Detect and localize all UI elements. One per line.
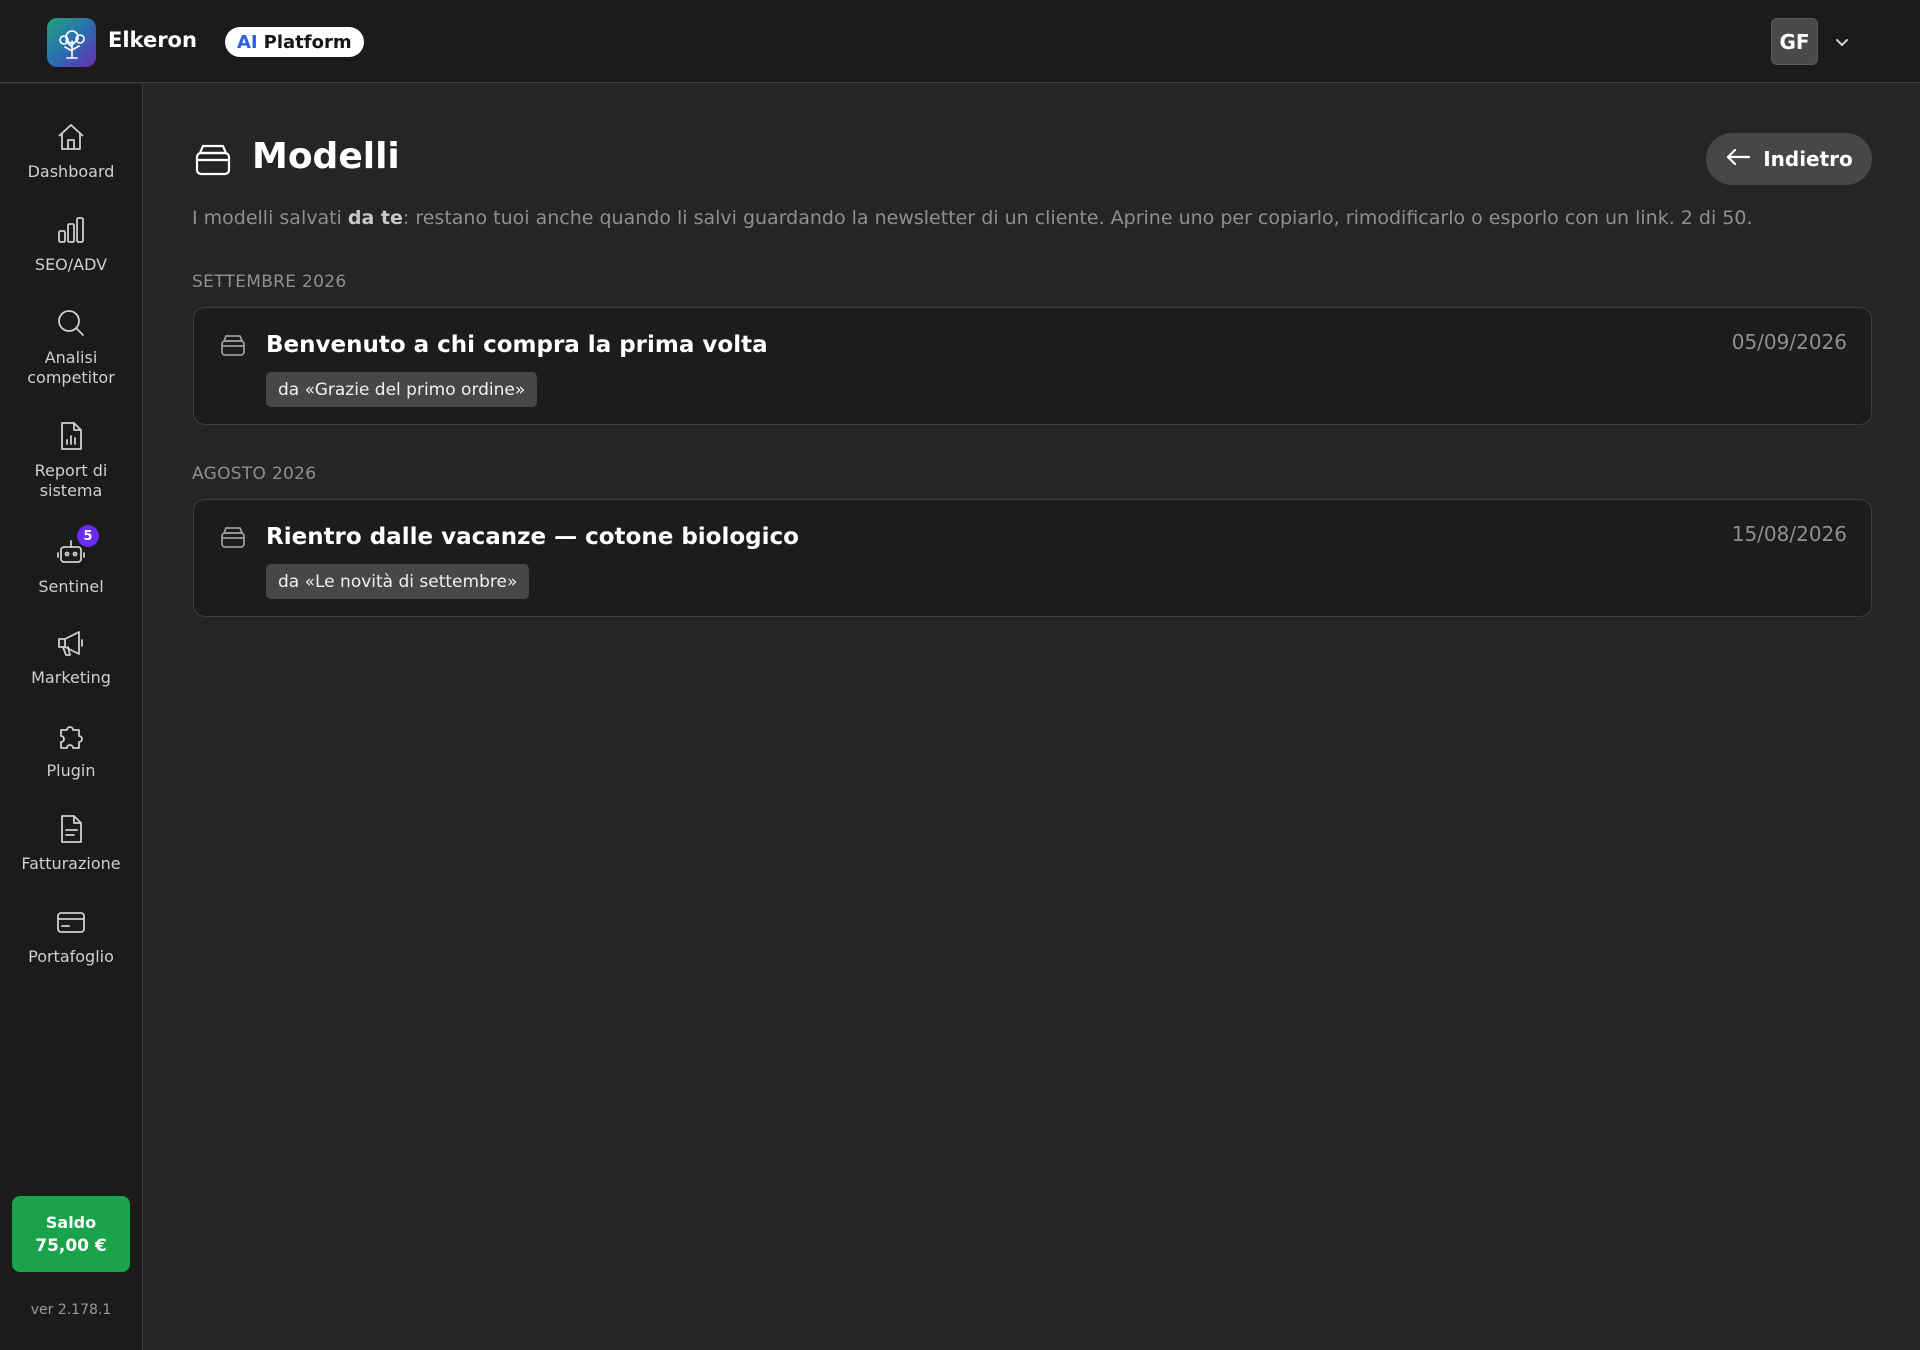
archive-box-icon bbox=[220, 524, 246, 550]
platform-pill: AI Platform bbox=[225, 27, 364, 57]
brand-name[interactable]: Elkeron bbox=[108, 28, 197, 52]
bar-chart-icon bbox=[54, 213, 88, 247]
top-bar: Elkeron AI Platform GF bbox=[0, 0, 1920, 83]
sidebar-item-label: Report di sistema bbox=[34, 461, 108, 500]
intro-text-after: : restano tuoi anche quando li salvi gua… bbox=[402, 207, 1753, 229]
template-date: 15/08/2026 bbox=[1731, 522, 1847, 546]
sidebar-item-label: Plugin bbox=[46, 761, 96, 780]
balance-button[interactable]: Saldo 75,00 € bbox=[12, 1196, 130, 1272]
balance-value: 75,00 € bbox=[35, 1235, 107, 1256]
section-label-month: AGOSTO 2026 bbox=[192, 464, 317, 484]
arrow-left-icon bbox=[1725, 147, 1751, 172]
credit-card-icon bbox=[54, 905, 88, 939]
pill-ai-text: AI bbox=[237, 31, 258, 53]
megaphone-icon bbox=[54, 626, 88, 660]
sidebar-item-portafoglio[interactable]: Portafoglio bbox=[0, 905, 142, 967]
chevron-down-icon[interactable] bbox=[1832, 32, 1852, 52]
sidebar-item-seo-adv[interactable]: SEO/ADV bbox=[0, 213, 142, 275]
notification-badge: 5 bbox=[77, 525, 99, 547]
template-card[interactable]: Rientro dalle vacanze — cotone biologico… bbox=[193, 499, 1872, 617]
report-file-icon bbox=[54, 419, 88, 453]
intro-text: I modelli salvati da te: restano tuoi an… bbox=[192, 207, 1882, 229]
logo-tree-icon[interactable] bbox=[47, 18, 96, 67]
invoice-file-icon bbox=[54, 812, 88, 846]
search-icon bbox=[54, 306, 88, 340]
back-button-label: Indietro bbox=[1763, 147, 1853, 171]
archive-box-icon bbox=[220, 332, 246, 358]
version-text: ver 2.178.1 bbox=[30, 1302, 112, 1318]
intro-text-bold: da te bbox=[347, 207, 403, 229]
pill-platform-text: Platform bbox=[263, 31, 352, 53]
template-source-tag: da «Grazie del primo ordine» bbox=[266, 372, 538, 407]
sidebar-item-label: Sentinel bbox=[38, 577, 104, 596]
sidebar-item-label: Dashboard bbox=[27, 162, 115, 181]
template-card[interactable]: Benvenuto a chi compra la prima volta 05… bbox=[193, 307, 1872, 425]
sidebar-item-report-di-sistema[interactable]: Report di sistema bbox=[0, 419, 142, 501]
sidebar-item-dashboard[interactable]: Dashboard bbox=[0, 120, 142, 182]
user-avatar[interactable]: GF bbox=[1771, 18, 1818, 65]
sidebar-item-label: SEO/ADV bbox=[34, 255, 108, 274]
sidebar-item-marketing[interactable]: Marketing bbox=[0, 626, 142, 688]
back-button[interactable]: Indietro bbox=[1706, 133, 1872, 185]
archive-box-icon bbox=[194, 140, 232, 178]
sidebar-item-label: Fatturazione bbox=[21, 854, 121, 873]
section-label-month: SETTEMBRE 2026 bbox=[192, 272, 347, 292]
sidebar-item-label: Analisi competitor bbox=[27, 348, 115, 387]
template-title: Benvenuto a chi compra la prima volta bbox=[266, 332, 768, 358]
puzzle-icon bbox=[54, 719, 88, 753]
sidebar-item-fatturazione[interactable]: Fatturazione bbox=[0, 812, 142, 874]
template-date: 05/09/2026 bbox=[1731, 330, 1847, 354]
sidebar: Dashboard SEO/ADV Analisi competitor Rep… bbox=[0, 84, 143, 1350]
sidebar-item-analisi-competitor[interactable]: Analisi competitor bbox=[0, 306, 142, 388]
sidebar-item-sentinel[interactable]: 5 Sentinel bbox=[0, 525, 142, 597]
balance-label: Saldo bbox=[45, 1212, 97, 1232]
sidebar-item-label: Marketing bbox=[31, 668, 111, 687]
sidebar-item-label: Portafoglio bbox=[28, 947, 114, 966]
intro-text-before: I modelli salvati bbox=[192, 207, 348, 229]
page-title: Modelli bbox=[252, 136, 400, 177]
sidebar-item-plugin[interactable]: Plugin bbox=[0, 719, 142, 781]
robot-icon: 5 bbox=[54, 525, 99, 569]
home-icon bbox=[54, 120, 88, 154]
template-title: Rientro dalle vacanze — cotone biologico bbox=[266, 524, 799, 550]
template-source-tag: da «Le novità di settembre» bbox=[266, 564, 530, 599]
